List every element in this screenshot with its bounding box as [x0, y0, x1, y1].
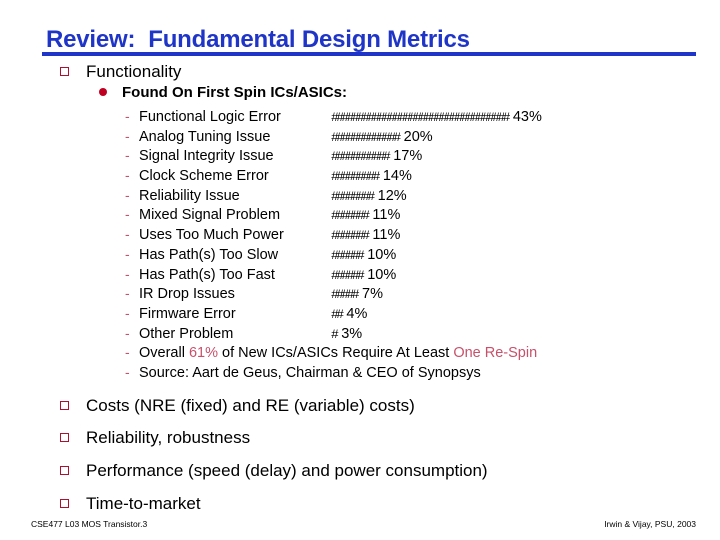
- chart-bar-glyphs: #############: [331, 129, 401, 145]
- chart-value-label: 17%: [393, 148, 423, 165]
- chart-row: - Functional Logic Error #################…: [125, 107, 625, 127]
- chart-value-label: 10%: [367, 246, 397, 263]
- bullet-performance: Performance (speed (delay) and power con…: [60, 461, 488, 481]
- chart-bar-glyphs: ##################################: [331, 110, 510, 125]
- bullet-reliability: Reliability, robustness: [60, 428, 250, 448]
- dash-bullet-icon: -: [125, 147, 130, 164]
- chart-bar-glyphs: #: [331, 326, 339, 342]
- footer-attribution-label: Irwin & Vijay, PSU, 2003: [604, 519, 696, 529]
- title-underline-rule: [42, 52, 696, 56]
- dash-bullet-icon: -: [125, 127, 130, 144]
- bullet-costs-label: Costs (NRE (fixed) and RE (variable) cos…: [86, 396, 415, 415]
- chart-value-label: 11%: [372, 227, 401, 244]
- chart-bar-glyphs: #########: [331, 169, 380, 185]
- chart-row: - Uses Too Much Power ####### 11%: [125, 225, 625, 245]
- chart-category-label: Other Problem: [139, 325, 234, 342]
- chart-bar-glyphs: ##: [331, 306, 344, 322]
- square-bullet-icon: [60, 67, 69, 76]
- chart-category-label: Uses Too Much Power: [139, 227, 284, 244]
- chart-row: - Reliability Issue ######## 12%: [125, 186, 625, 206]
- chart-row: - Clock Scheme Error ######### 14%: [125, 166, 625, 186]
- dash-bullet-icon: -: [125, 206, 130, 223]
- bullet-performance-label: Performance (speed (delay) and power con…: [86, 461, 488, 480]
- chart-row: - IR Drop Issues ##### 7%: [125, 284, 625, 304]
- chart-value-label: 20%: [403, 128, 433, 145]
- chart-value-label: 4%: [346, 305, 368, 322]
- chart-bar-glyphs: ########: [331, 188, 375, 204]
- chart-bar-glyphs: #######: [331, 208, 370, 224]
- bullet-time-to-market-label: Time-to-market: [86, 494, 201, 513]
- dash-bullet-icon: -: [125, 167, 130, 184]
- chart-row: - Has Path(s) Too Slow ###### 10%: [125, 245, 625, 265]
- bullet-found-on-first-spin: Found On First Spin ICs/ASICs:: [99, 84, 347, 102]
- chart-value-label: 3%: [341, 325, 363, 342]
- chart-category-label: Firmware Error: [139, 305, 236, 322]
- chart-annotation-overall-label: Overall 61% of New ICs/ASICs Require At …: [139, 345, 538, 362]
- ascii-bar-chart: - Functional Logic Error #################…: [125, 107, 625, 383]
- chart-row: - Mixed Signal Problem ####### 11%: [125, 205, 625, 225]
- overall-percent-highlight: 61%: [188, 345, 218, 362]
- chart-row: - Analog Tuning Issue ############# 20%: [125, 127, 625, 147]
- chart-row: - Has Path(s) Too Fast ###### 10%: [125, 265, 625, 285]
- page-title: Review: Fundamental Design Metrics: [46, 26, 470, 53]
- chart-category-label: Clock Scheme Error: [139, 168, 269, 185]
- chart-value-label: 11%: [372, 207, 401, 224]
- chart-category-label: Signal Integrity Issue: [139, 148, 274, 165]
- chart-row: - Signal Integrity Issue ########### 17%: [125, 146, 625, 166]
- chart-bar-glyphs: #######: [331, 228, 370, 244]
- chart-bar-glyphs: ######: [331, 247, 365, 263]
- chart-value-label: 10%: [367, 266, 397, 283]
- bullet-costs: Costs (NRE (fixed) and RE (variable) cos…: [60, 396, 415, 416]
- dash-bullet-icon: -: [125, 108, 130, 124]
- dash-bullet-icon: -: [125, 363, 130, 380]
- chart-bar-glyphs: ###########: [331, 149, 391, 165]
- dash-bullet-icon: -: [125, 265, 130, 282]
- chart-value-label: 43%: [512, 109, 542, 125]
- chart-value-label: 12%: [377, 187, 407, 204]
- footer-course-label: CSE477 L03 MOS Transistor.3: [31, 519, 148, 529]
- bullet-found-on-first-spin-label: Found On First Spin ICs/ASICs:: [122, 84, 347, 101]
- chart-category-label: Mixed Signal Problem: [139, 207, 281, 224]
- chart-annotation-overall: - Overall 61% of New ICs/ASICs Require At…: [125, 343, 625, 363]
- square-bullet-icon: [60, 401, 69, 410]
- chart-category-label: Has Path(s) Too Fast: [139, 266, 275, 283]
- chart-bar-glyphs: #####: [331, 287, 360, 303]
- square-bullet-icon: [60, 466, 69, 475]
- chart-row: - Other Problem #3%: [125, 324, 625, 344]
- chart-value-label: 14%: [382, 168, 412, 185]
- dash-bullet-icon: -: [125, 344, 130, 361]
- bullet-reliability-label: Reliability, robustness: [86, 428, 251, 447]
- dash-bullet-icon: -: [125, 245, 130, 262]
- bullet-functionality-label: Functionality: [86, 62, 182, 81]
- dash-bullet-icon: -: [125, 324, 130, 341]
- square-bullet-icon: [60, 499, 69, 508]
- chart-category-label: IR Drop Issues: [139, 286, 235, 303]
- dash-bullet-icon: -: [125, 304, 130, 321]
- bullet-time-to-market: Time-to-market: [60, 494, 201, 514]
- chart-category-label: Reliability Issue: [139, 187, 240, 204]
- chart-category-label: Functional Logic Error: [139, 109, 281, 125]
- disc-bullet-icon: [99, 88, 107, 96]
- dash-bullet-icon: -: [125, 186, 130, 203]
- chart-value-label: 7%: [362, 286, 383, 303]
- chart-category-label: Analog Tuning Issue: [139, 128, 271, 145]
- chart-annotation-source: - Source: Aart de Geus, Chairman & CEO of…: [125, 363, 625, 383]
- bullet-functionality: Functionality: [60, 62, 181, 82]
- dash-bullet-icon: -: [125, 285, 130, 302]
- square-bullet-icon: [60, 433, 69, 442]
- chart-bar-glyphs: ######: [331, 267, 365, 283]
- dash-bullet-icon: -: [125, 226, 130, 243]
- chart-row: - Firmware Error ## 4%: [125, 304, 625, 324]
- one-respin-highlight: One Re-Spin: [453, 345, 538, 362]
- chart-annotation-source-label: Source: Aart de Geus, Chairman & CEO of …: [139, 364, 481, 381]
- chart-category-label: Has Path(s) Too Slow: [139, 246, 279, 263]
